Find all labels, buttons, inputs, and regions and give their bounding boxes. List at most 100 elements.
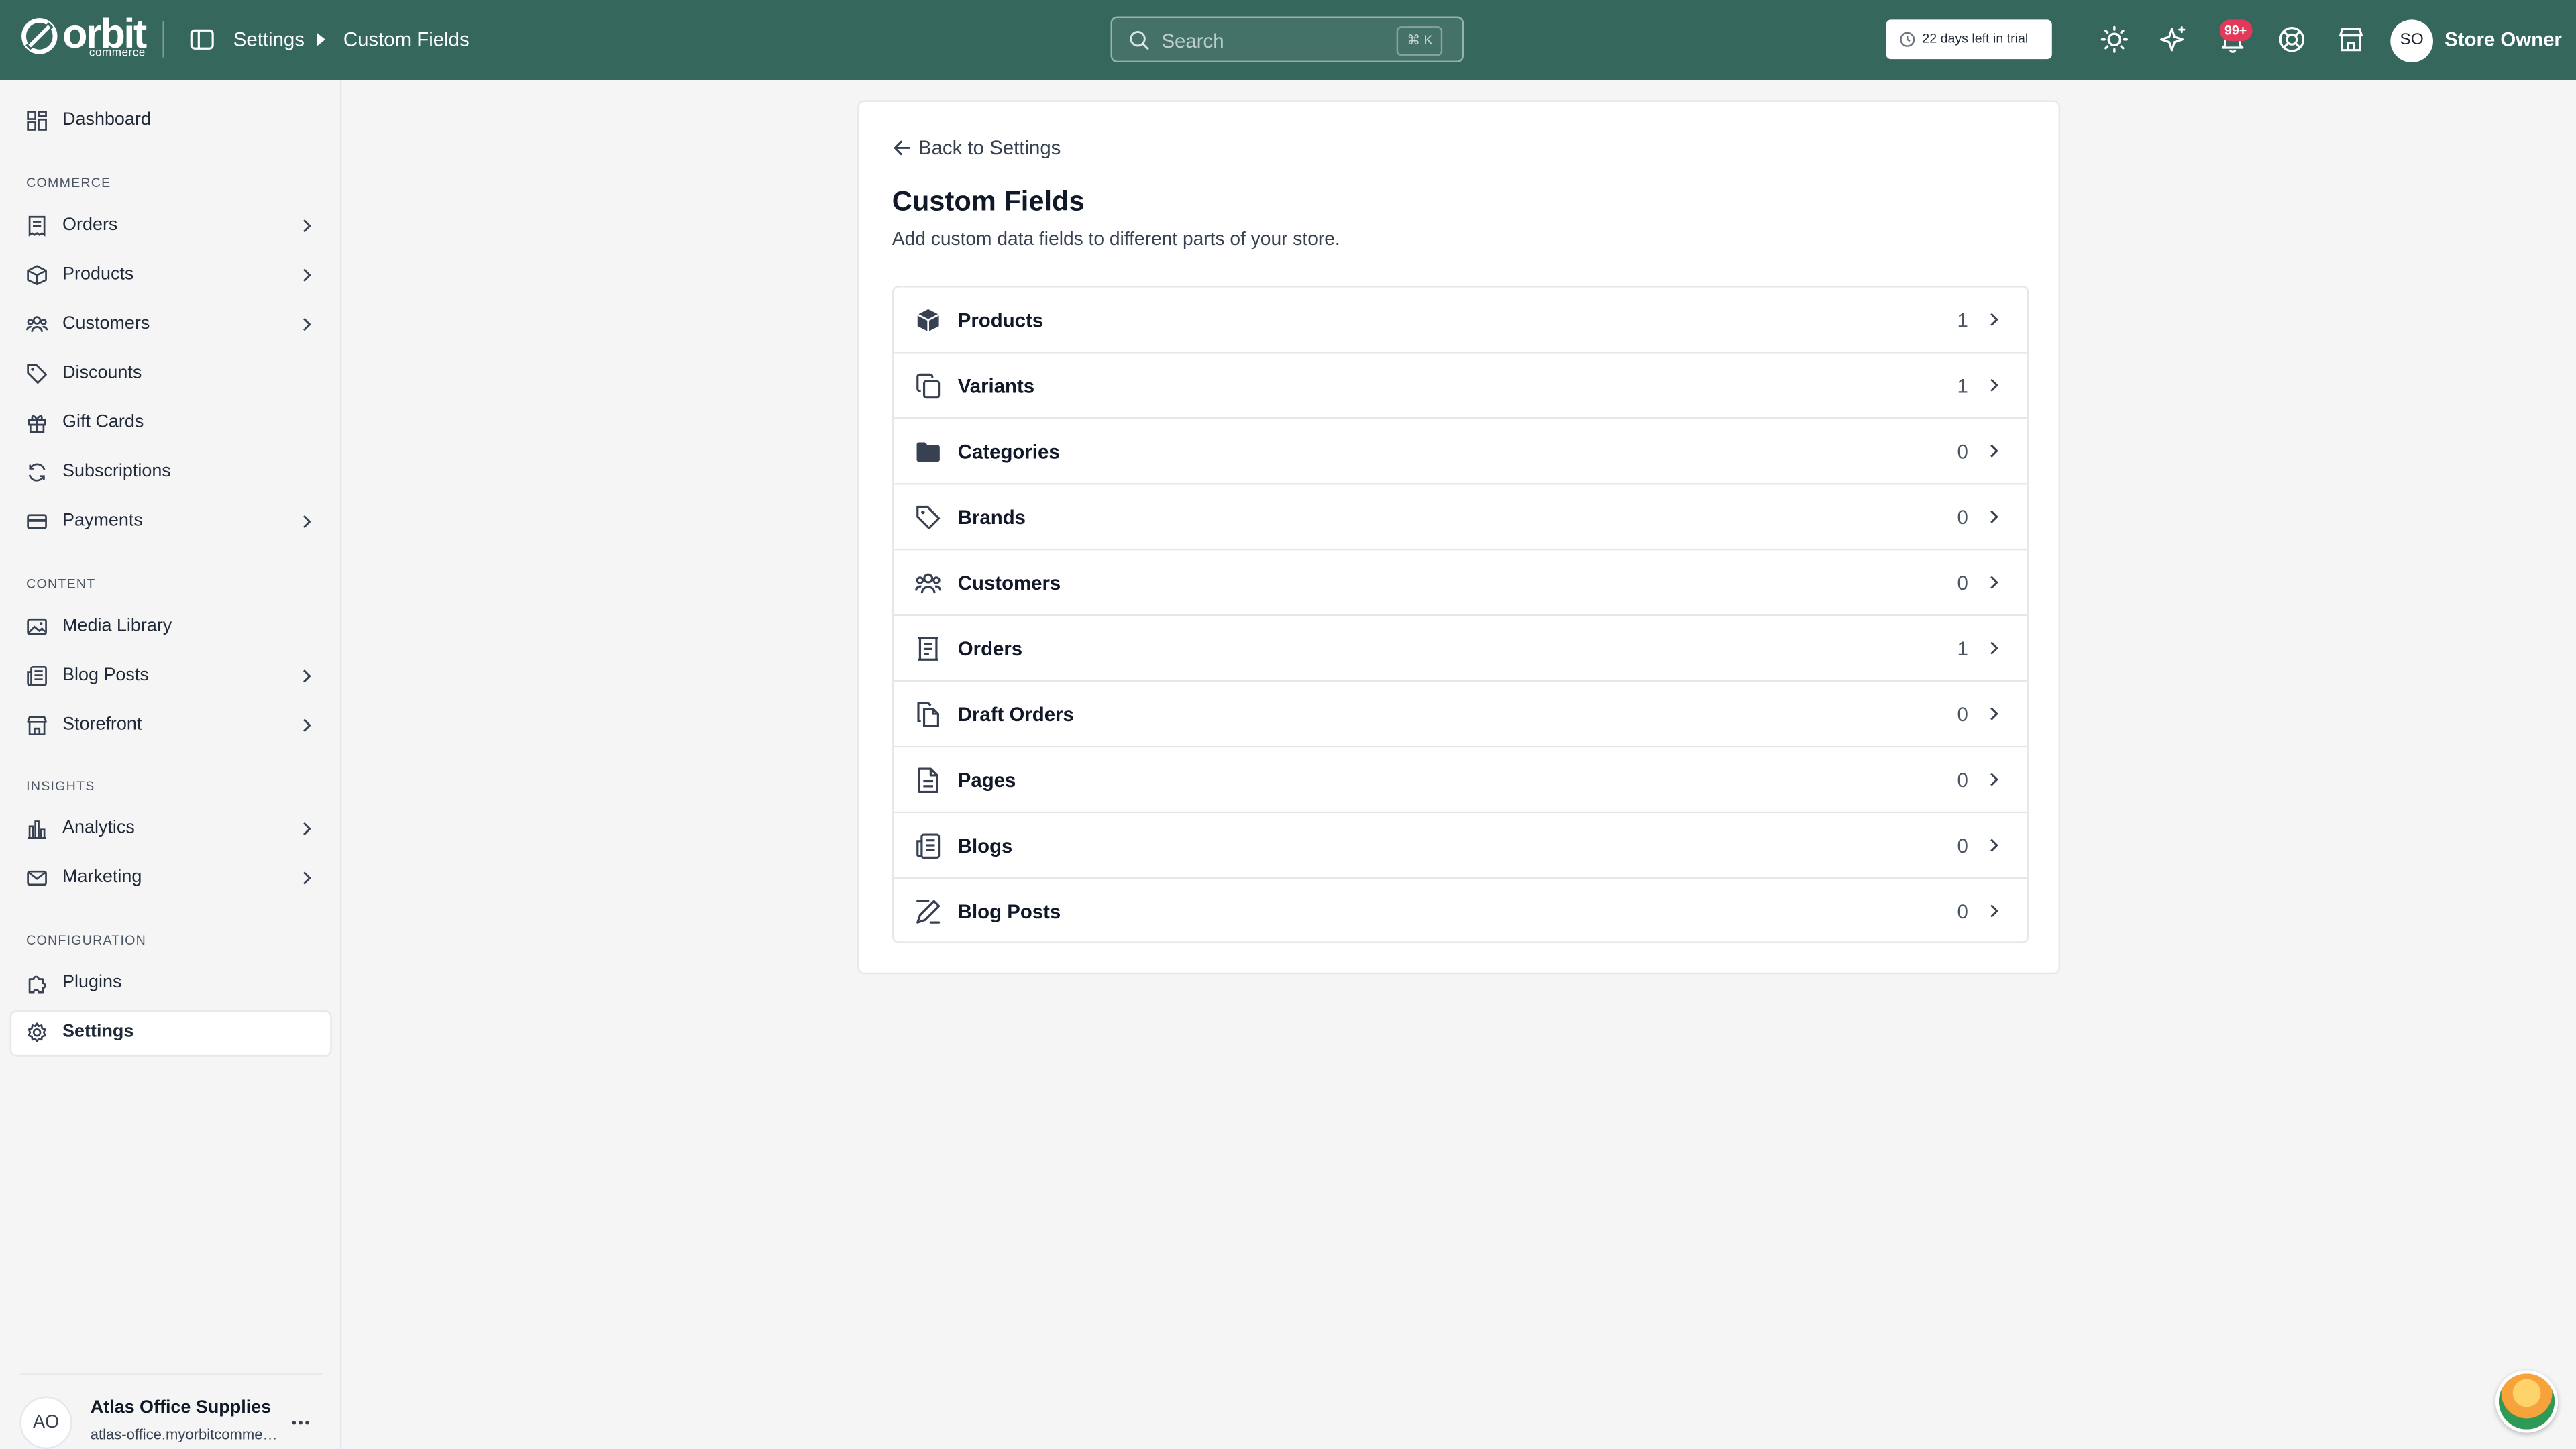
list-item-pages[interactable]: Pages 0 bbox=[894, 747, 2028, 814]
chevron-right-icon bbox=[303, 718, 311, 732]
user-avatar[interactable]: SO bbox=[2390, 19, 2433, 63]
arrow-left-icon[interactable] bbox=[892, 138, 912, 158]
custom-field-entity-list: Products 1 Variants 1 Categories 0 Brand… bbox=[892, 286, 2029, 943]
sun-icon[interactable] bbox=[2100, 25, 2129, 54]
sidebar-item-label: Discounts bbox=[62, 363, 142, 383]
help-lifebuoy-icon[interactable] bbox=[2277, 25, 2306, 54]
sidebar-item-label: Blog Posts bbox=[62, 665, 149, 686]
row-label: Blog Posts bbox=[957, 900, 1061, 924]
chevron-right-icon bbox=[303, 515, 311, 529]
list-item-customers[interactable]: Customers 0 bbox=[894, 550, 2028, 616]
row-count: 0 bbox=[1957, 835, 1968, 858]
sidebar-item-subscriptions[interactable]: Subscriptions bbox=[10, 450, 332, 496]
sidebar-item-label: Subscriptions bbox=[62, 462, 171, 482]
files-icon bbox=[917, 702, 939, 728]
more-horizontal-icon[interactable] bbox=[289, 1411, 312, 1434]
global-search[interactable]: ⌘ K bbox=[1110, 16, 1464, 63]
row-count: 1 bbox=[1957, 374, 1968, 398]
search-input[interactable] bbox=[1158, 24, 1379, 58]
sidebar-item-dashboard[interactable]: Dashboard bbox=[10, 99, 332, 145]
mail-icon bbox=[27, 870, 47, 886]
sidebar-item-label: Gift Cards bbox=[62, 412, 144, 433]
chevron-right-icon bbox=[1990, 773, 1998, 786]
chevron-right-icon bbox=[1990, 313, 1998, 326]
sidebar-item-label: Plugins bbox=[62, 972, 122, 993]
users-icon bbox=[915, 573, 942, 594]
clock-icon bbox=[1900, 32, 1915, 47]
sidebar-item-analytics[interactable]: Analytics bbox=[10, 806, 332, 853]
list-item-brands[interactable]: Brands 0 bbox=[894, 484, 2028, 551]
chevron-right-icon bbox=[1990, 839, 1998, 852]
user-name[interactable]: Store Owner bbox=[2445, 26, 2562, 52]
list-item-blogs[interactable]: Blogs 0 bbox=[894, 813, 2028, 879]
sidebar-item-label: Storefront bbox=[62, 714, 142, 735]
list-item-draft-orders[interactable]: Draft Orders 0 bbox=[894, 682, 2028, 748]
list-item-blog-posts[interactable]: Blog Posts 0 bbox=[894, 879, 2028, 942]
breadcrumb-settings[interactable]: Settings bbox=[233, 26, 305, 52]
row-label: Blogs bbox=[957, 835, 1013, 858]
row-label: Categories bbox=[957, 440, 1060, 464]
storefront-icon[interactable] bbox=[2336, 25, 2365, 54]
file-text-icon bbox=[918, 767, 938, 794]
sidebar-item-marketing[interactable]: Marketing bbox=[10, 856, 332, 902]
list-item-variants[interactable]: Variants 1 bbox=[894, 353, 2028, 419]
list-item-products[interactable]: Products 1 bbox=[894, 287, 2028, 354]
chevron-right-icon bbox=[1990, 707, 1998, 720]
chevron-right-icon bbox=[1990, 576, 1998, 589]
sidebar-item-orders[interactable]: Orders bbox=[10, 204, 332, 250]
sidebar-toggle-icon[interactable] bbox=[189, 26, 215, 52]
row-label: Products bbox=[957, 309, 1044, 332]
store-switcher[interactable]: AO Atlas Office Supplies atlas-office.my… bbox=[19, 1373, 323, 1449]
sidebar-item-customers[interactable]: Customers bbox=[10, 303, 332, 349]
sidebar-item-payments[interactable]: Payments bbox=[10, 499, 332, 545]
chevron-right-icon bbox=[1990, 641, 1998, 655]
sidebar-item-label: Payments bbox=[62, 511, 143, 531]
sidebar-item-storefront[interactable]: Storefront bbox=[10, 703, 332, 749]
row-count: 0 bbox=[1957, 703, 1968, 727]
sparkles-icon[interactable] bbox=[2159, 25, 2188, 54]
chevron-right-icon bbox=[303, 871, 311, 885]
cube-icon bbox=[917, 309, 940, 332]
row-label: Variants bbox=[957, 374, 1035, 398]
trial-status-button[interactable]: 22 days left in trial bbox=[1886, 19, 2052, 60]
tag-icon bbox=[916, 505, 941, 529]
image-icon bbox=[27, 618, 47, 635]
sidebar-item-plugins[interactable]: Plugins bbox=[10, 961, 332, 1008]
assistant-avatar-button[interactable] bbox=[2496, 1370, 2559, 1433]
chevron-right-icon bbox=[303, 219, 311, 233]
list-item-categories[interactable]: Categories 0 bbox=[894, 419, 2028, 485]
row-count: 1 bbox=[1957, 309, 1968, 332]
row-count: 0 bbox=[1957, 572, 1968, 595]
store-name: Atlas Office Supplies bbox=[90, 1398, 272, 1418]
sidebar-item-label: Products bbox=[62, 264, 134, 284]
row-count: 1 bbox=[1957, 637, 1968, 661]
sidebar: Dashboard COMMERCE Orders Products Custo… bbox=[0, 80, 342, 1449]
chevron-right-icon bbox=[303, 268, 311, 282]
row-label: Pages bbox=[957, 769, 1016, 792]
sidebar-item-blog-posts[interactable]: Blog Posts bbox=[10, 654, 332, 700]
chevron-right-icon bbox=[1990, 378, 1998, 392]
sidebar-item-label: Dashboard bbox=[62, 110, 151, 130]
row-count: 0 bbox=[1957, 769, 1968, 792]
folder-icon bbox=[916, 442, 940, 462]
trial-label: 22 days left in trial bbox=[1922, 31, 2029, 46]
page-title: Custom Fields bbox=[892, 185, 1085, 217]
row-label: Customers bbox=[957, 572, 1061, 595]
sidebar-item-label: Media Library bbox=[62, 616, 172, 636]
back-to-settings-link[interactable]: Back to Settings bbox=[918, 136, 1061, 159]
sidebar-item-settings[interactable]: Settings bbox=[9, 1010, 332, 1057]
orbit-logo[interactable]: orbit commerce bbox=[19, 14, 147, 62]
sidebar-item-gift-cards[interactable]: Gift Cards bbox=[10, 401, 332, 447]
sidebar-item-discounts[interactable]: Discounts bbox=[10, 352, 332, 398]
sidebar-item-products[interactable]: Products bbox=[10, 253, 332, 299]
section-label-configuration: CONFIGURATION bbox=[26, 933, 146, 949]
logo-text: orbit commerce bbox=[62, 14, 147, 59]
tag-icon bbox=[27, 364, 47, 384]
app-root: orbit commerce Settings Custom Fields ⌘ … bbox=[0, 0, 2576, 1449]
row-label: Orders bbox=[957, 637, 1023, 661]
chevron-right-icon bbox=[303, 669, 311, 683]
newspaper-icon bbox=[916, 833, 941, 859]
topbar-divider bbox=[162, 21, 164, 58]
list-item-orders[interactable]: Orders 1 bbox=[894, 616, 2028, 682]
sidebar-item-media-library[interactable]: Media Library bbox=[10, 604, 332, 651]
